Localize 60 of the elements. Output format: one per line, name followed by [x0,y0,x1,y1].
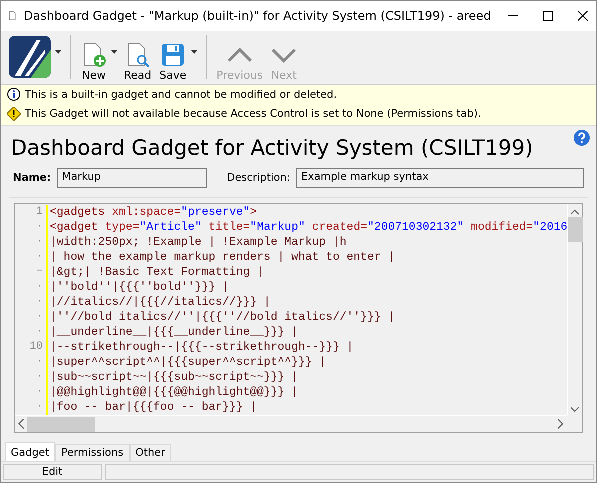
line-number: · [15,280,48,296]
tab[interactable]: Gadget [5,442,56,462]
code-line: | how the example markup renders | what to enter | [49,250,396,266]
horizontal-scrollbar[interactable] [15,415,567,432]
line-number: · [15,235,48,250]
code-line: |--strikethrough--|{{{--strikethrough--}}} | [49,340,354,356]
text-field[interactable]: Example markup syntax [296,168,584,188]
scroll-left-icon[interactable] [18,419,24,430]
close-icon[interactable] [578,11,588,21]
scroll-thumb[interactable] [568,217,582,242]
code-line: |''//bold italics//''|{{{''//bold italics//''}}} | [49,310,396,326]
tab[interactable]: Permissions [55,444,130,462]
code-line: |super^^script^^|{{{super^^script^^}}} | [49,355,326,370]
vertical-scrollbar[interactable] [567,204,582,416]
info-icon [7,88,21,102]
line-number: · [15,310,48,326]
code-line: |width:250px; !Example | !Example Markup |h [49,235,347,250]
field-label: Description: [227,172,290,184]
code-line: |@@highlight@@|{{{@@highlight@@}}} | [49,385,298,400]
code-line: |''bold''|{{{''bold''}}} | [49,280,230,296]
scroll-thumb[interactable] [27,416,95,432]
code-line: |foo -- bar|{{{foo -- bar}}} | [49,400,258,416]
line-number: 10 [15,340,48,356]
caret-icon[interactable] [55,50,62,54]
line-number: · [15,220,48,236]
code-line: |__underline__|{{{__underline__}}} | [49,325,298,340]
toolbar-button[interactable]: Save [156,32,191,82]
help-icon[interactable] [574,130,590,146]
caret-icon[interactable] [111,50,118,54]
notice-text: This is a built-in gadget and cannot be modified or deleted. [25,89,338,102]
line-number: · [15,295,48,310]
code-line: |//italics//|{{{//italics//}}} | [49,295,271,310]
warning-icon [7,107,21,122]
line-number: · [15,370,48,386]
tab[interactable]: Other [130,444,172,462]
logo-icon[interactable] [9,36,51,78]
code-editor[interactable] [14,203,583,434]
line-number: · [15,355,48,370]
code-line: |&gt;| !Basic Text Formatting | [49,265,264,280]
line-number: − [15,265,48,280]
code-line: <gadgets xml:space="preserve"> [49,205,258,220]
toolbar-button[interactable]: New [77,32,111,82]
page-heading: Dashboard Gadget for Activity System (CSILT199) [11,136,534,160]
line-number: · [15,385,48,400]
field-label: Name: [13,172,52,184]
toolbar-button[interactable]: Read [120,32,156,82]
scroll-right-icon[interactable] [558,419,564,430]
notice-text: This Gadget will not available because Access Control is set to None (Permissions tab). [25,108,482,120]
code-line: |sub~~script~~|{{{sub~~script~~}}} | [49,370,298,386]
caret-icon[interactable] [190,50,198,54]
line-number: · [15,325,48,340]
window-title: Dashboard Gadget - "Markup (built-in)" for Activity System (CSILT199) - areed [24,9,492,23]
status-mode: Edit [3,464,102,480]
code-line: <gadget type="Article" title="Markup" created="200710302132" modified="2016 [49,220,567,236]
save-icon [160,42,186,68]
text-field[interactable]: Markup [57,168,208,188]
line-number: · [15,250,48,266]
scroll-up-icon[interactable] [571,207,579,218]
line-number: 1 [15,205,48,220]
maximize-icon[interactable] [542,11,553,21]
